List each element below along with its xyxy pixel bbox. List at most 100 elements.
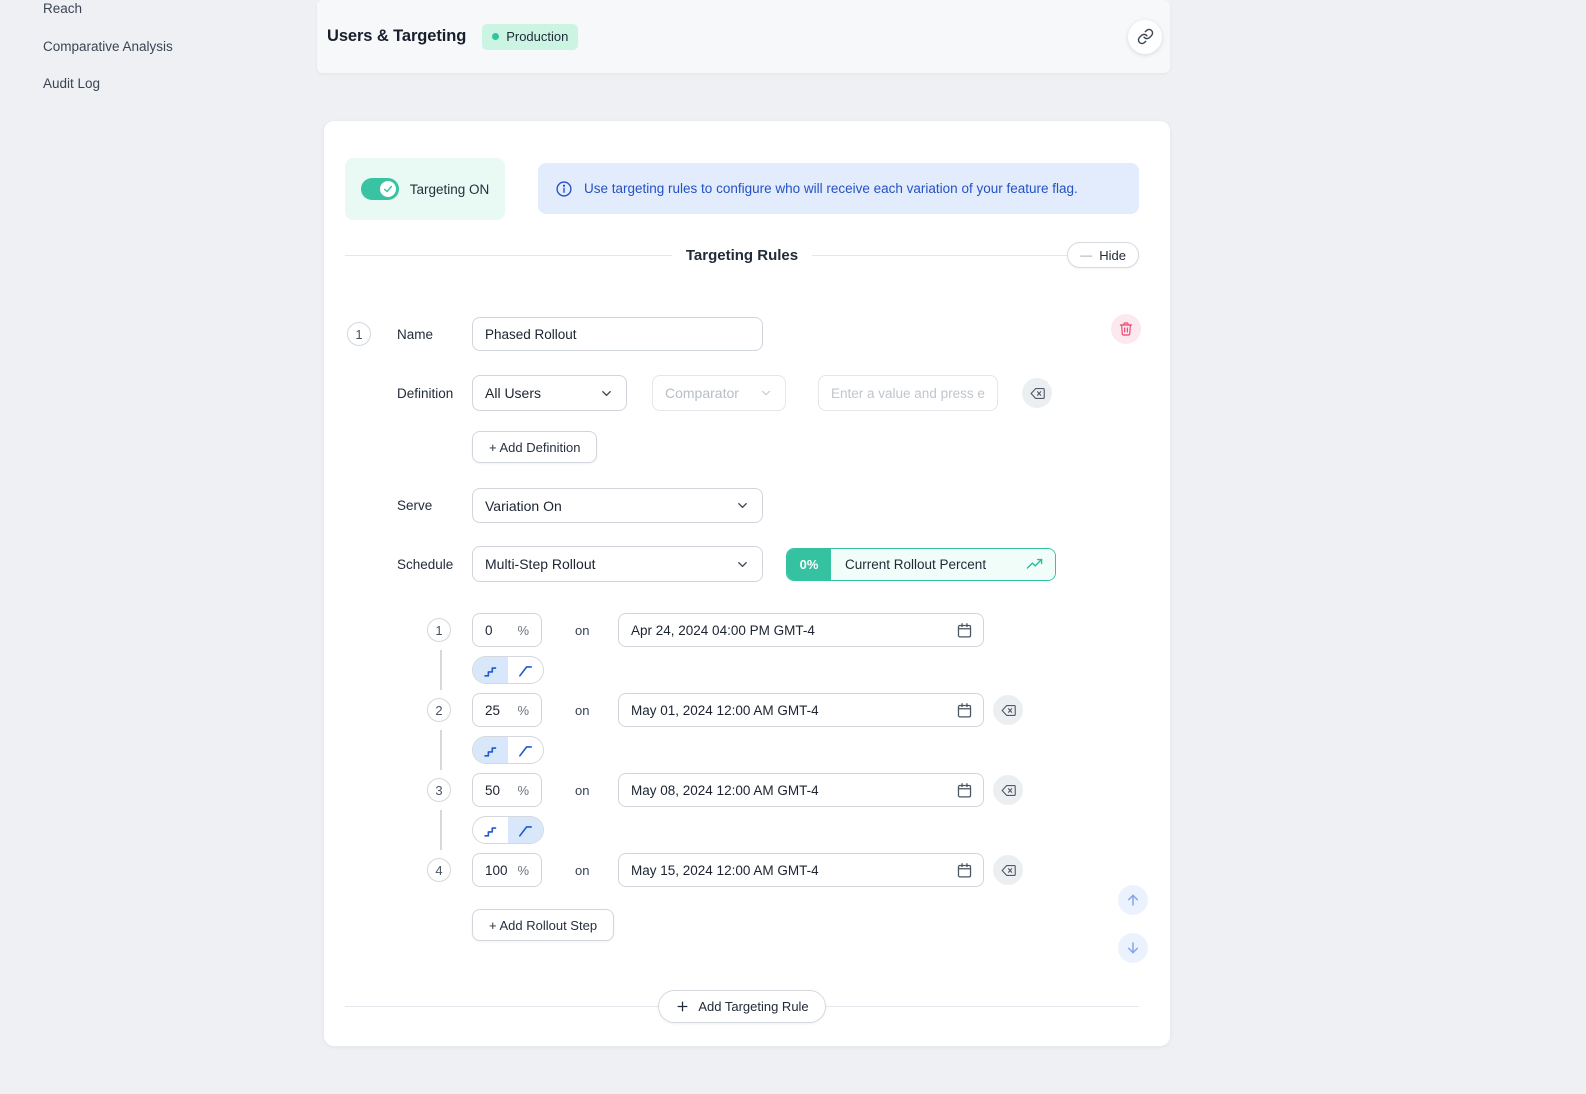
step-percent-input[interactable] bbox=[485, 703, 517, 718]
step-date-field[interactable] bbox=[618, 773, 984, 807]
move-rule-up-button[interactable] bbox=[1118, 885, 1148, 915]
info-banner: Use targeting rules to configure who wil… bbox=[538, 163, 1139, 214]
environment-badge-label: Production bbox=[506, 29, 568, 44]
gradual-transition-button[interactable] bbox=[508, 657, 543, 683]
calendar-icon bbox=[956, 622, 973, 639]
targeting-rules-divider: Targeting Rules — Hide bbox=[345, 242, 1139, 268]
calendar-button[interactable] bbox=[956, 702, 973, 719]
toggle-knob bbox=[380, 181, 396, 197]
calendar-button[interactable] bbox=[956, 622, 973, 639]
rule-number-badge: 1 bbox=[347, 322, 371, 346]
step-percent-field[interactable]: % bbox=[472, 853, 542, 887]
step-date-field[interactable] bbox=[618, 853, 984, 887]
check-icon bbox=[383, 184, 393, 194]
step-connector-line bbox=[440, 730, 442, 770]
step-percent-input[interactable] bbox=[485, 783, 517, 798]
comparator-dropdown-placeholder: Comparator bbox=[665, 385, 739, 401]
step-date-input[interactable] bbox=[631, 783, 956, 798]
audience-dropdown[interactable]: All Users bbox=[472, 375, 627, 411]
clear-definition-button[interactable] bbox=[1022, 378, 1052, 408]
step-percent-field[interactable]: % bbox=[472, 773, 542, 807]
targeting-toggle-label: Targeting ON bbox=[410, 182, 490, 197]
gradual-transition-button[interactable] bbox=[508, 737, 543, 763]
step-percent-field[interactable]: % bbox=[472, 693, 542, 727]
step-transition-button[interactable] bbox=[473, 817, 508, 843]
step-number-badge: 4 bbox=[427, 858, 451, 882]
sidebar-item-reach[interactable]: Reach bbox=[43, 1, 173, 17]
step-date-input[interactable] bbox=[631, 703, 956, 718]
step-percent-input[interactable] bbox=[485, 623, 517, 638]
backspace-icon bbox=[1000, 862, 1017, 879]
gradual-transition-button[interactable] bbox=[508, 817, 543, 843]
sidebar: Reach Comparative Analysis Audit Log bbox=[43, 1, 173, 114]
audience-dropdown-value: All Users bbox=[485, 385, 541, 401]
hide-button-label: Hide bbox=[1099, 248, 1126, 263]
step-transition-icon bbox=[482, 742, 499, 759]
info-icon bbox=[555, 180, 573, 198]
on-label: on bbox=[575, 863, 589, 878]
add-definition-button[interactable]: + Add Definition bbox=[472, 431, 597, 463]
step-date-field[interactable] bbox=[618, 693, 984, 727]
page-header: Users & Targeting Production bbox=[317, 0, 1170, 73]
transition-toggle bbox=[472, 816, 544, 844]
hide-button[interactable]: — Hide bbox=[1067, 242, 1139, 268]
step-connector-line bbox=[440, 810, 442, 850]
delete-step-button[interactable] bbox=[993, 775, 1023, 805]
add-rollout-step-button[interactable]: + Add Rollout Step bbox=[472, 909, 614, 941]
arrow-down-icon bbox=[1125, 940, 1141, 956]
move-rule-down-button[interactable] bbox=[1118, 933, 1148, 963]
sidebar-item-audit-log[interactable]: Audit Log bbox=[43, 76, 173, 92]
transition-row bbox=[345, 656, 1139, 684]
targeting-card: Targeting ON Use targeting rules to conf… bbox=[324, 121, 1170, 1046]
gradual-transition-icon bbox=[517, 662, 534, 679]
section-title: Targeting Rules bbox=[672, 247, 812, 264]
minus-icon: — bbox=[1080, 249, 1092, 261]
delete-step-button[interactable] bbox=[993, 695, 1023, 725]
targeting-toggle-box: Targeting ON bbox=[345, 158, 505, 220]
rule-name-input[interactable] bbox=[472, 317, 763, 351]
calendar-icon bbox=[956, 702, 973, 719]
chevron-down-icon bbox=[599, 386, 614, 401]
step-date-input[interactable] bbox=[631, 863, 956, 878]
transition-toggle bbox=[472, 656, 544, 684]
gradual-transition-icon bbox=[517, 742, 534, 759]
calendar-button[interactable] bbox=[956, 782, 973, 799]
current-rollout-percent: 0% bbox=[787, 549, 831, 580]
step-number-badge: 1 bbox=[427, 618, 451, 642]
step-date-input[interactable] bbox=[631, 623, 956, 638]
sidebar-item-comparative-analysis[interactable]: Comparative Analysis bbox=[43, 39, 173, 55]
schedule-label: Schedule bbox=[397, 557, 472, 572]
percent-suffix: % bbox=[517, 783, 529, 798]
calendar-button[interactable] bbox=[956, 862, 973, 879]
calendar-icon bbox=[956, 782, 973, 799]
info-banner-text: Use targeting rules to configure who wil… bbox=[584, 181, 1078, 196]
backspace-icon bbox=[1000, 782, 1017, 799]
status-dot bbox=[492, 33, 499, 40]
serve-label: Serve bbox=[397, 498, 472, 513]
definition-value-input[interactable] bbox=[818, 375, 998, 411]
step-percent-input[interactable] bbox=[485, 863, 517, 878]
rollout-step-row: 1 % on bbox=[345, 613, 1139, 647]
trending-up-icon bbox=[1026, 556, 1043, 573]
schedule-dropdown[interactable]: Multi-Step Rollout bbox=[472, 546, 763, 582]
serve-dropdown[interactable]: Variation On bbox=[472, 488, 763, 523]
step-percent-field[interactable]: % bbox=[472, 613, 542, 647]
percent-suffix: % bbox=[517, 863, 529, 878]
step-transition-icon bbox=[482, 662, 499, 679]
step-date-field[interactable] bbox=[618, 613, 984, 647]
delete-rule-button[interactable] bbox=[1111, 314, 1141, 344]
add-targeting-rule-button[interactable]: Add Targeting Rule bbox=[658, 990, 825, 1023]
add-rule-divider: Add Targeting Rule bbox=[345, 990, 1139, 1023]
name-label: Name bbox=[397, 327, 472, 342]
step-transition-button[interactable] bbox=[473, 737, 508, 763]
backspace-icon bbox=[1029, 385, 1046, 402]
divider-line bbox=[345, 255, 672, 256]
calendar-icon bbox=[956, 862, 973, 879]
step-number-badge: 2 bbox=[427, 698, 451, 722]
copy-link-button[interactable] bbox=[1128, 20, 1162, 54]
step-transition-button[interactable] bbox=[473, 657, 508, 683]
comparator-dropdown[interactable]: Comparator bbox=[652, 375, 786, 411]
schedule-dropdown-value: Multi-Step Rollout bbox=[485, 556, 596, 572]
targeting-toggle[interactable] bbox=[361, 178, 399, 200]
delete-step-button[interactable] bbox=[993, 855, 1023, 885]
